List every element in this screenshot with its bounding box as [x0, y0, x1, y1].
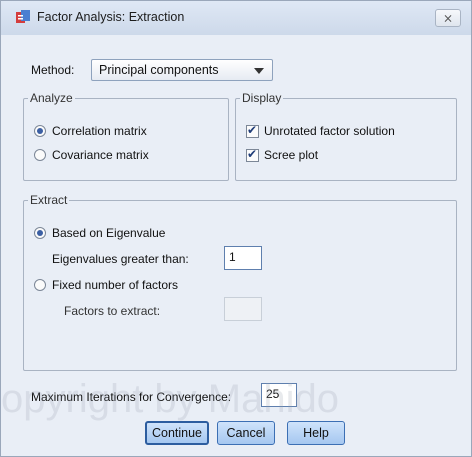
cancel-button[interactable]: Cancel	[217, 421, 275, 445]
correlation-matrix-label[interactable]: Correlation matrix	[52, 124, 147, 138]
fixed-number-of-factors-label[interactable]: Fixed number of factors	[52, 278, 178, 292]
method-selected-value: Principal components	[99, 63, 219, 77]
factors-to-extract-label: Factors to extract:	[64, 304, 161, 318]
eigenvalue-threshold-input[interactable]: 1	[224, 246, 262, 270]
display-group: Display Unrotated factor solution Scree …	[235, 91, 457, 181]
max-iterations-label: Maximum Iterations for Convergence:	[31, 390, 232, 404]
extract-group: Extract Based on Eigenvalue Eigenvalues …	[23, 193, 457, 371]
eigenvalues-greater-than-label: Eigenvalues greater than:	[52, 252, 189, 266]
chevron-down-icon	[254, 68, 264, 74]
correlation-matrix-radio[interactable]	[34, 125, 46, 137]
close-button[interactable]: ⨯	[435, 9, 461, 27]
factor-analysis-extraction-dialog: Factor Analysis: Extraction ⨯ Method: Pr…	[0, 0, 472, 457]
method-select[interactable]: Principal components	[91, 59, 273, 81]
dialog-body: Method: Principal components Analyze Cor…	[7, 35, 465, 452]
title-bar[interactable]: Factor Analysis: Extraction ⨯	[1, 1, 471, 35]
fixed-number-of-factors-radio[interactable]	[34, 279, 46, 291]
covariance-matrix-radio[interactable]	[34, 149, 46, 161]
scree-plot-checkbox[interactable]	[246, 147, 259, 162]
extract-legend: Extract	[30, 193, 68, 207]
method-label: Method:	[31, 63, 75, 77]
window-title: Factor Analysis: Extraction	[37, 10, 185, 24]
based-on-eigenvalue-label[interactable]: Based on Eigenvalue	[52, 226, 165, 240]
analyze-legend: Analyze	[30, 91, 73, 105]
scree-plot-label[interactable]: Scree plot	[264, 148, 318, 162]
based-on-eigenvalue-radio[interactable]	[34, 227, 46, 239]
unrotated-factor-solution-label[interactable]: Unrotated factor solution	[264, 124, 395, 138]
factors-to-extract-input[interactable]	[224, 297, 262, 321]
app-icon	[16, 10, 30, 23]
help-button[interactable]: Help	[287, 421, 345, 445]
display-legend: Display	[242, 91, 282, 105]
unrotated-factor-solution-checkbox[interactable]	[246, 123, 259, 138]
max-iterations-input[interactable]: 25	[261, 383, 297, 407]
continue-button[interactable]: Continue	[145, 421, 209, 445]
covariance-matrix-label[interactable]: Covariance matrix	[52, 148, 149, 162]
analyze-group: Analyze Correlation matrix Covariance ma…	[23, 91, 229, 181]
